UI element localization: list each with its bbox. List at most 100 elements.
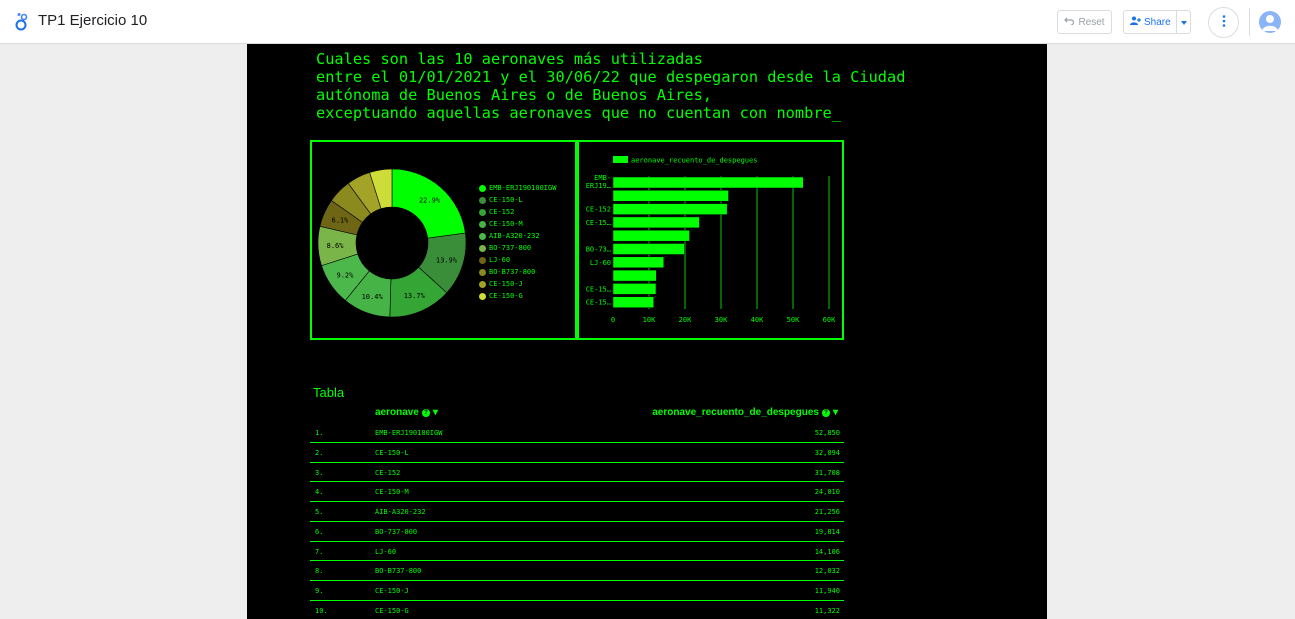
- bar[interactable]: [612, 203, 728, 215]
- legend-label: BO-737-800: [489, 244, 532, 252]
- row-count: 11,940: [814, 587, 840, 595]
- y-tick-label: CE-15…: [586, 299, 611, 307]
- table-title: Tabla: [313, 385, 345, 400]
- y-tick-label: EMB-: [594, 174, 611, 182]
- table-row[interactable]: 3. CE-152 31,708: [310, 463, 844, 483]
- x-tick-label: 50K: [787, 316, 800, 324]
- sort-caret-icon[interactable]: ▾: [833, 407, 838, 418]
- row-aeronave: EMB-ERJ190100IGW: [375, 429, 443, 437]
- bar[interactable]: [612, 256, 665, 269]
- slice-percent-label: 13.9%: [436, 256, 458, 264]
- legend-swatch: [479, 280, 486, 288]
- report-heading: Cuales son las 10 aeronaves más utilizad…: [316, 50, 996, 122]
- row-index: 10.: [315, 606, 328, 615]
- legend-swatch: [479, 196, 486, 204]
- legend-item[interactable]: CE-150-G: [479, 290, 556, 302]
- y-tick-label: ERJ19…: [586, 182, 611, 190]
- bar[interactable]: [612, 243, 685, 255]
- donut-chart-panel[interactable]: 22.9% 13.9% 13.7% 10.4% 9.2% 8.6% 6.1% EMB-ERJ…: [310, 140, 577, 340]
- data-table: aeronave ? ▾ aeronave_recuento_de_despeg…: [310, 404, 844, 619]
- bar-chart-panel[interactable]: aeronave_recuento_de_despegues 0 10K 20K 30K…: [577, 140, 844, 340]
- share-main-button[interactable]: Share: [1124, 11, 1178, 33]
- legend-item[interactable]: CE-150-M: [479, 218, 556, 230]
- legend-swatch: [479, 268, 486, 276]
- looker-studio-logo-icon[interactable]: [14, 12, 32, 32]
- reset-button[interactable]: Reset: [1057, 10, 1112, 34]
- legend-item[interactable]: CE-152: [479, 206, 556, 218]
- bar[interactable]: [612, 216, 700, 229]
- col-header-aeronave[interactable]: aeronave ? ▾: [375, 407, 438, 418]
- y-tick-label: CE-15…: [586, 285, 611, 293]
- help-icon[interactable]: ?: [421, 408, 430, 417]
- table-body: 1. EMB-ERJ190100IGW 52,850 2. CE-150-L 32,094…: [310, 423, 844, 619]
- row-aeronave: CE-150-L: [375, 448, 409, 457]
- legend-item[interactable]: EMB-ERJ190100IGW: [479, 182, 556, 194]
- x-tick-label: 30K: [715, 316, 728, 324]
- x-tick-label: 60K: [823, 316, 836, 324]
- table-header: aeronave ? ▾ aeronave_recuento_de_despeg…: [310, 404, 844, 423]
- row-count: 32,094: [814, 448, 840, 457]
- share-dropdown-button[interactable]: [1177, 11, 1190, 33]
- bar[interactable]: [612, 229, 690, 242]
- bar[interactable]: [612, 296, 655, 308]
- row-index: 5.: [315, 508, 324, 516]
- x-tick-label: 40K: [751, 316, 764, 324]
- more-vert-icon: [1222, 14, 1226, 32]
- legend-item[interactable]: BO-737-800: [479, 242, 556, 254]
- help-icon[interactable]: ?: [821, 408, 830, 417]
- table-row[interactable]: 10. CE-150-G 11,322: [310, 601, 844, 619]
- table-row[interactable]: 7. LJ-60 14,106: [310, 542, 844, 562]
- undo-icon: [1064, 17, 1075, 28]
- y-tick-label: CE-152: [586, 206, 611, 214]
- table-row[interactable]: 9. CE-150-J 11,940: [310, 581, 844, 601]
- legend-item[interactable]: LJ-60: [479, 254, 556, 266]
- y-tick-label: LJ-60: [590, 259, 611, 267]
- legend-label: CE-150-L: [489, 196, 523, 204]
- slice-percent-label: 8.6%: [327, 242, 345, 250]
- bar[interactable]: [612, 283, 657, 295]
- table-row[interactable]: 8. BO-B737-800 12,032: [310, 561, 844, 581]
- row-count: 14,106: [814, 547, 840, 556]
- more-options-button[interactable]: [1208, 7, 1239, 38]
- table-row[interactable]: 5. AIB-A320-232 21,256: [310, 502, 844, 522]
- legend-swatch: [613, 156, 628, 163]
- legend-label: CE-150-G: [489, 292, 523, 300]
- bar[interactable]: [612, 176, 804, 189]
- table-row[interactable]: 2. CE-150-L 32,094: [310, 443, 844, 463]
- legend-label: CE-150-M: [489, 220, 523, 228]
- x-tick-label: 20K: [679, 316, 692, 324]
- share-button[interactable]: Share: [1123, 10, 1191, 34]
- share-label: Share: [1144, 16, 1171, 28]
- legend-item[interactable]: CE-150-J: [479, 278, 556, 290]
- legend-item[interactable]: BO-B737-800: [479, 266, 556, 278]
- report-title[interactable]: TP1 Ejercicio 10: [38, 12, 147, 29]
- row-index: 1.: [315, 429, 324, 437]
- legend-item[interactable]: AIB-A320-232: [479, 230, 556, 242]
- heading-line: entre el 01/01/2021 y el 30/06/22 que de…: [316, 68, 906, 86]
- bar-chart[interactable]: aeronave_recuento_de_despegues 0 10K 20K 30K…: [579, 142, 842, 338]
- table-row[interactable]: 1. EMB-ERJ190100IGW 52,850: [310, 423, 844, 443]
- legend-item[interactable]: CE-150-L: [479, 194, 556, 206]
- row-index: 7.: [315, 547, 324, 556]
- legend-label: EMB-ERJ190100IGW: [489, 184, 557, 192]
- add-person-icon: [1130, 16, 1141, 28]
- account-avatar[interactable]: [1259, 11, 1281, 33]
- heading-line: exceptuando aquellas aeronaves que no cu…: [316, 104, 841, 122]
- legend-swatch: [479, 220, 486, 228]
- table-row[interactable]: 6. BO-737-800 19,814: [310, 522, 844, 542]
- col-header-count[interactable]: aeronave_recuento_de_despegues ? ▾: [652, 407, 838, 418]
- row-aeronave: AIB-A320-232: [375, 508, 426, 516]
- bar[interactable]: [612, 190, 729, 202]
- reset-label: Reset: [1078, 16, 1105, 28]
- legend-swatch: [479, 184, 486, 192]
- slice-percent-label: 9.2%: [337, 272, 355, 280]
- legend-swatch: [479, 208, 486, 216]
- donut-legend: EMB-ERJ190100IGW CE-150-L CE-152 CE-150-M AI…: [479, 182, 556, 302]
- legend-label: aeronave_recuento_de_despegues: [631, 157, 757, 165]
- row-index: 6.: [315, 527, 324, 536]
- sort-caret-icon[interactable]: ▾: [433, 407, 438, 418]
- row-count: 31,708: [814, 468, 840, 477]
- legend-swatch: [479, 256, 486, 264]
- bar[interactable]: [612, 269, 657, 282]
- table-row[interactable]: 4. CE-150-M 24,010: [310, 482, 844, 502]
